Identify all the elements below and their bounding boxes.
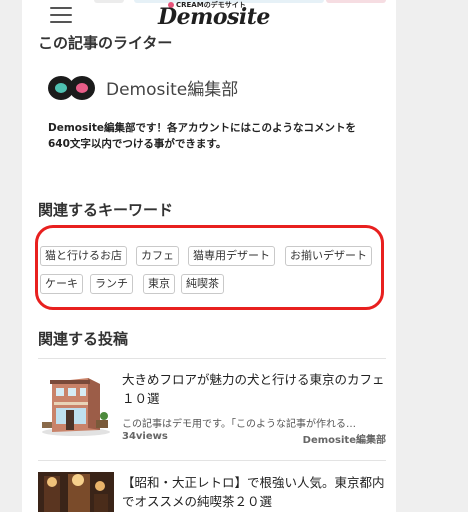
writer-description: Demosite編集部です！各アカウントにはこのようなコメントを 640文字以内… [48, 122, 356, 150]
hamburger-menu-icon[interactable] [50, 7, 72, 23]
post-title[interactable]: 大きめフロアが魅力の犬と行ける東京のカフェ １０選 [122, 370, 390, 408]
writer-name[interactable]: Demosite編集部 [106, 75, 238, 100]
related-posts-heading: 関連する投稿 [38, 330, 129, 348]
post-thumbnail-image [38, 472, 114, 512]
logo-wordmark: Demosite [158, 4, 270, 30]
page: CREAMのデモサイト Demosite この記事のライター Demosite編… [22, 0, 396, 512]
site-logo[interactable]: CREAMのデモサイト Demosite [158, 0, 274, 34]
header-nav-bar [94, 0, 124, 3]
header-nav-bar [326, 0, 386, 3]
site-header: CREAMのデモサイト Demosite [22, 0, 396, 34]
post-excerpt: この記事はデモ用です。「このような記事が作れる… [122, 419, 356, 430]
post-author[interactable]: Demosite編集部 [303, 431, 386, 446]
keywords-heading: 関連するキーワード [38, 201, 174, 219]
writer-section-heading: この記事のライター [38, 34, 173, 52]
post-title[interactable]: 【昭和・大正レトロ】で根強い人気。東京都内 でオススメの純喫茶２０選 [122, 473, 390, 511]
post-thumbnail-image [38, 372, 114, 438]
writer-avatar-icon [48, 76, 98, 100]
divider [38, 460, 386, 461]
divider [38, 358, 386, 359]
highlight-box [35, 225, 384, 310]
post-views: 34views [122, 431, 168, 442]
